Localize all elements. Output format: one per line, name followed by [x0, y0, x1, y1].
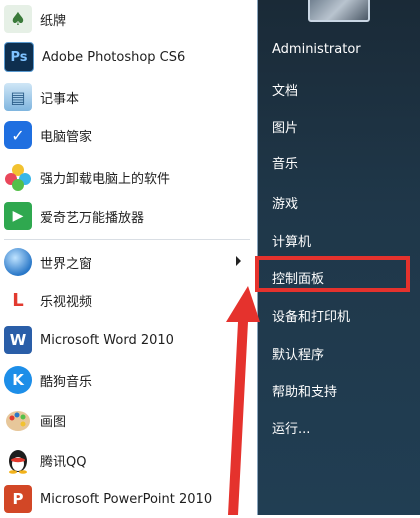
start-menu: ♠ 纸牌 Ps Adobe Photoshop CS6 ▤ 记事本 ✓ 电脑管家 [0, 0, 420, 515]
annotation-arrow-icon [226, 286, 260, 515]
